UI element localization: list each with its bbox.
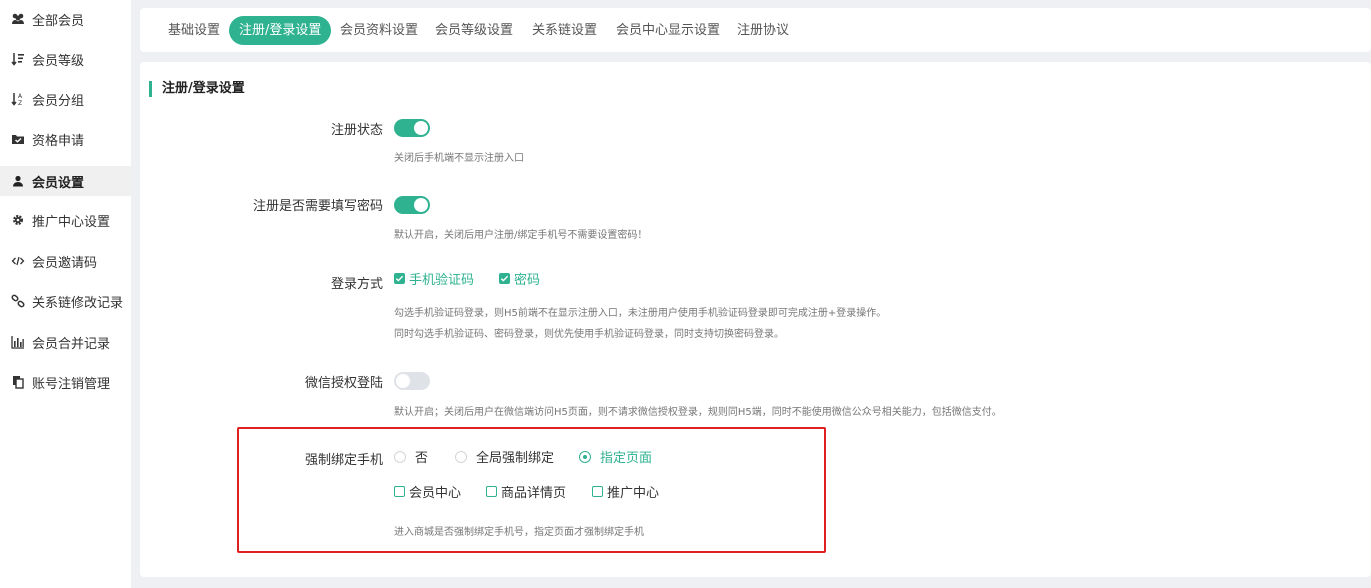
sidebar-item-promotion-settings[interactable]: 推广中心设置 xyxy=(0,205,131,235)
bind-page-promotion-center-checkbox[interactable]: 推广中心 xyxy=(592,482,659,501)
settings-panel: 注册/登录设置 注册状态 关闭后手机端不显示注册入口 注册是否需要填写密码 默认… xyxy=(140,62,1371,577)
users-icon xyxy=(11,12,25,26)
sidebar-item-merge-log[interactable]: 会员合并记录 xyxy=(0,327,131,357)
toggle-knob xyxy=(414,198,428,212)
wechat-login-label: 微信授权登陆 xyxy=(304,376,383,391)
tab-member-center-display[interactable]: 会员中心显示设置 xyxy=(606,16,730,45)
force-bind-global-radio[interactable]: 全局强制绑定 xyxy=(455,447,554,466)
login-method-help-1: 勾选手机验证码登录，则H5前端不在显示注册入口，未注册用户使用手机验证码登录即可… xyxy=(394,308,887,319)
sidebar-item-label: 推广中心设置 xyxy=(32,214,111,230)
sort-level-icon xyxy=(11,52,25,66)
checkbox-label: 会员中心 xyxy=(409,486,462,501)
sidebar-item-invite-code[interactable]: 会员邀请码 xyxy=(0,246,131,276)
register-status-help: 关闭后手机端不显示注册入口 xyxy=(394,153,524,164)
sidebar-item-member-level[interactable]: 会员等级 xyxy=(0,44,131,74)
bind-page-product-detail-checkbox[interactable]: 商品详情页 xyxy=(486,482,566,501)
section-title: 注册/登录设置 xyxy=(149,81,245,97)
register-password-toggle[interactable] xyxy=(394,196,430,214)
svg-text:A: A xyxy=(18,93,23,100)
checkbox-checked-icon xyxy=(394,273,405,284)
tab-register-login-settings[interactable]: 注册/登录设置 xyxy=(229,16,332,45)
force-bind-specified-radio[interactable]: 指定页面 xyxy=(579,447,652,466)
sidebar-item-label: 全部会员 xyxy=(32,13,85,29)
sidebar-item-qualification[interactable]: 资格申请 xyxy=(0,124,131,154)
radio-circle-icon xyxy=(394,450,406,463)
checkbox-label: 手机验证码 xyxy=(409,273,475,288)
tab-member-profile-settings[interactable]: 会员资料设置 xyxy=(330,16,428,45)
sidebar-item-label: 会员分组 xyxy=(32,93,85,109)
radio-selected-icon xyxy=(579,450,591,463)
sidebar-item-member-group[interactable]: AZ 会员分组 xyxy=(0,84,131,114)
checkbox-unchecked-icon xyxy=(394,486,405,497)
radio-label: 指定页面 xyxy=(600,451,653,466)
toggle-knob xyxy=(414,121,428,135)
radio-label: 否 xyxy=(415,451,429,466)
checkbox-checked-icon xyxy=(499,273,510,284)
checkbox-unchecked-icon xyxy=(486,486,497,497)
gear-icon xyxy=(11,213,25,227)
wechat-login-help: 默认开启；关闭后用户在微信端访问H5页面，则不请求微信授权登录，规则同H5端，同… xyxy=(394,407,1002,418)
login-method-label: 登录方式 xyxy=(330,277,383,292)
login-password-checkbox[interactable]: 密码 xyxy=(499,269,540,288)
bind-page-member-center-checkbox[interactable]: 会员中心 xyxy=(394,482,461,501)
tab-basic-settings[interactable]: 基础设置 xyxy=(158,16,230,45)
folder-check-icon xyxy=(11,132,25,146)
settings-tab-bar: 基础设置 注册/登录设置 会员资料设置 会员等级设置 关系链设置 会员中心显示设… xyxy=(140,8,1371,52)
register-password-label: 注册是否需要填写密码 xyxy=(252,199,383,214)
checkbox-label: 密码 xyxy=(514,273,541,288)
wechat-login-toggle[interactable] xyxy=(394,372,430,390)
force-bind-phone-label: 强制绑定手机 xyxy=(304,453,383,468)
bar-chart-icon xyxy=(11,335,25,349)
link-icon xyxy=(11,294,25,308)
register-status-label: 注册状态 xyxy=(330,123,383,138)
sidebar: 全部会员 会员等级 AZ 会员分组 资格申请 会员设置 推广中心设置 会员邀请码… xyxy=(0,0,131,588)
force-bind-phone-help: 进入商城是否强制绑定手机号，指定页面才强制绑定手机 xyxy=(394,527,644,538)
sidebar-item-account-cancel[interactable]: 账号注销管理 xyxy=(0,367,131,397)
tab-register-agreement[interactable]: 注册协议 xyxy=(727,16,799,45)
sidebar-item-label: 资格申请 xyxy=(32,133,85,149)
sidebar-item-member-settings[interactable]: 会员设置 xyxy=(0,166,131,196)
login-sms-code-checkbox[interactable]: 手机验证码 xyxy=(394,269,474,288)
sidebar-item-label: 会员邀请码 xyxy=(32,255,98,271)
login-method-help-2: 同时勾选手机验证码、密码登录，则优先使用手机验证码登录，同时支持切换密码登录。 xyxy=(394,329,784,340)
sidebar-item-label: 会员设置 xyxy=(32,175,85,191)
checkbox-unchecked-icon xyxy=(592,486,603,497)
register-password-help: 默认开启，关闭后用户注册/绑定手机号不需要设置密码！ xyxy=(394,230,648,241)
checkbox-label: 商品详情页 xyxy=(501,486,567,501)
sidebar-item-all-members[interactable]: 全部会员 xyxy=(0,4,131,34)
tab-relation-chain-settings[interactable]: 关系链设置 xyxy=(522,16,607,45)
code-icon xyxy=(11,254,25,268)
force-bind-no-radio[interactable]: 否 xyxy=(394,447,428,466)
svg-text:Z: Z xyxy=(18,100,22,106)
toggle-knob xyxy=(396,374,410,388)
sidebar-item-relation-log[interactable]: 关系链修改记录 xyxy=(0,286,131,316)
sort-alpha-icon: AZ xyxy=(11,92,25,106)
copy-icon xyxy=(11,375,25,389)
radio-circle-icon xyxy=(455,450,467,463)
sidebar-item-label: 关系链修改记录 xyxy=(32,295,124,311)
sidebar-item-label: 会员等级 xyxy=(32,53,85,69)
radio-label: 全局强制绑定 xyxy=(476,451,555,466)
user-icon xyxy=(11,174,25,188)
sidebar-item-label: 账号注销管理 xyxy=(32,376,111,392)
checkbox-label: 推广中心 xyxy=(607,486,660,501)
tab-member-level-settings[interactable]: 会员等级设置 xyxy=(425,16,523,45)
register-status-toggle[interactable] xyxy=(394,119,430,137)
sidebar-item-label: 会员合并记录 xyxy=(32,336,111,352)
